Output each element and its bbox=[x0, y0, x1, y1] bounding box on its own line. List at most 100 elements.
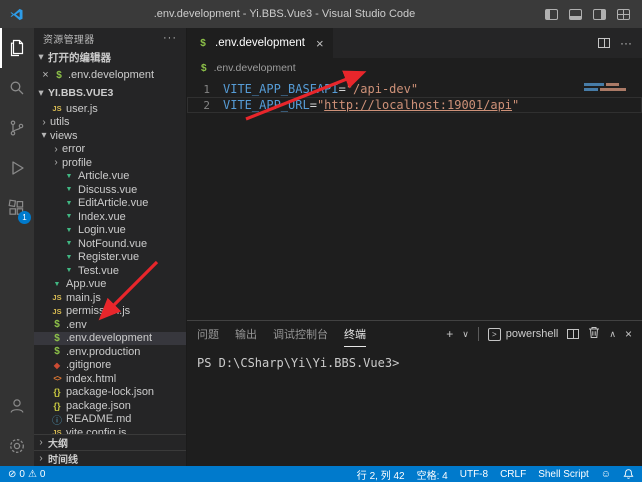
json-file-icon: {} bbox=[50, 387, 64, 397]
tree-item-Test.vue[interactable]: ▼Test.vue bbox=[34, 264, 186, 278]
shell-file-icon: $ bbox=[201, 63, 207, 74]
cursor-position[interactable]: 行 2, 列 42 bbox=[357, 467, 405, 482]
outline-section[interactable]: › 大纲 bbox=[34, 434, 186, 450]
file-label: index.html bbox=[66, 373, 116, 385]
tree-item-index.html[interactable]: <>index.html bbox=[34, 372, 186, 386]
tree-item-Register.vue[interactable]: ▼Register.vue bbox=[34, 251, 186, 265]
tree-item-EditArticle.vue[interactable]: ▼EditArticle.vue bbox=[34, 197, 186, 211]
explorer-icon[interactable] bbox=[0, 28, 34, 68]
indentation-status[interactable]: 空格: 4 bbox=[417, 467, 448, 482]
tab-env-development[interactable]: $ .env.development × bbox=[187, 28, 333, 58]
js-file-icon: JS bbox=[50, 104, 64, 113]
sidebar-more-icon[interactable]: ··· bbox=[163, 32, 177, 44]
minimap[interactable] bbox=[584, 83, 630, 93]
chevron-right-icon: › bbox=[34, 437, 48, 448]
file-label: README.md bbox=[66, 413, 131, 425]
tree-item-views[interactable]: ▾views bbox=[34, 129, 186, 143]
shell-file-icon: $ bbox=[196, 38, 210, 49]
vue-file-icon: ▼ bbox=[62, 240, 76, 247]
tree-item-package.json[interactable]: {}package.json bbox=[34, 399, 186, 413]
search-icon[interactable] bbox=[0, 68, 34, 108]
panel-tab-问题[interactable]: 问题 bbox=[197, 321, 219, 347]
tree-item-user.js[interactable]: JSuser.js bbox=[34, 102, 186, 116]
encoding-status[interactable]: UTF-8 bbox=[460, 469, 488, 480]
file-label: NotFound.vue bbox=[78, 238, 147, 250]
tree-item-App.vue[interactable]: ▼App.vue bbox=[34, 278, 186, 292]
breadcrumb[interactable]: $ .env.development bbox=[187, 58, 642, 78]
eol-status[interactable]: CRLF bbox=[500, 469, 526, 480]
tree-item-profile[interactable]: ›profile bbox=[34, 156, 186, 170]
maximize-panel-icon[interactable]: ∧ bbox=[609, 329, 616, 340]
toggle-panel-icon[interactable] bbox=[569, 9, 582, 20]
toggle-sidebar-icon[interactable] bbox=[545, 9, 558, 20]
terminal-output[interactable]: PS D:\CSharp\Yi\Yi.BBS.Vue3> bbox=[187, 347, 642, 466]
project-label: YI.BBS.VUE3 bbox=[48, 87, 113, 99]
tree-item-utils[interactable]: ›utils bbox=[34, 116, 186, 130]
file-tree: JSuser.js›utils▾views›error›profile▼Arti… bbox=[34, 102, 186, 434]
tree-item-Index.vue[interactable]: ▼Index.vue bbox=[34, 210, 186, 224]
timeline-label: 时间线 bbox=[48, 451, 78, 466]
tree-item-vite.config.js[interactable]: JSvite.config.js bbox=[34, 426, 186, 434]
split-terminal-icon[interactable] bbox=[567, 329, 579, 339]
tree-item-package-lock.json[interactable]: {}package-lock.json bbox=[34, 386, 186, 400]
tree-item-Article.vue[interactable]: ▼Article.vue bbox=[34, 170, 186, 184]
code-editor[interactable]: 1VITE_APP_BASEAPI="/api-dev"2VITE_APP_UR… bbox=[187, 78, 642, 320]
file-label: .env.development bbox=[66, 332, 152, 344]
code-line-2[interactable]: 2VITE_APP_URL="http://localhost:19001/ap… bbox=[187, 97, 642, 113]
file-label: Register.vue bbox=[78, 251, 139, 263]
split-editor-icon[interactable] bbox=[598, 38, 610, 48]
tree-item-main.js[interactable]: JSmain.js bbox=[34, 291, 186, 305]
close-icon[interactable]: × bbox=[316, 36, 324, 51]
close-icon[interactable]: × bbox=[39, 69, 52, 81]
open-editor-item[interactable]: × $ .env.development bbox=[34, 66, 186, 84]
kill-terminal-icon[interactable] bbox=[588, 326, 600, 342]
open-editors-label: 打开的编辑器 bbox=[48, 50, 111, 65]
language-mode[interactable]: Shell Script bbox=[538, 469, 589, 480]
tree-item-README.md[interactable]: ⓘREADME.md bbox=[34, 413, 186, 427]
feedback-smiley-icon[interactable]: ☺ bbox=[601, 469, 611, 480]
tree-item-.gitignore[interactable]: ◆.gitignore bbox=[34, 359, 186, 373]
tree-item-Login.vue[interactable]: ▼Login.vue bbox=[34, 224, 186, 238]
tree-item-Discuss.vue[interactable]: ▼Discuss.vue bbox=[34, 183, 186, 197]
tree-item-.env.development[interactable]: $.env.development bbox=[34, 332, 186, 346]
file-label: .env.production bbox=[66, 346, 140, 358]
tree-item-error[interactable]: ›error bbox=[34, 143, 186, 157]
vue-file-icon: ▼ bbox=[62, 254, 76, 261]
vue-file-icon: ▼ bbox=[62, 267, 76, 274]
extensions-icon[interactable]: 1 bbox=[0, 188, 34, 228]
close-panel-icon[interactable]: × bbox=[625, 327, 632, 341]
breadcrumb-label: .env.development bbox=[214, 62, 296, 74]
tree-item-.env[interactable]: $.env bbox=[34, 318, 186, 332]
shell-file-icon: $ bbox=[50, 333, 64, 344]
editor-area: $ .env.development × ··· $ .env.developm… bbox=[187, 28, 642, 466]
chevron-down-icon: ▾ bbox=[38, 130, 50, 141]
chevron-right-icon: › bbox=[50, 157, 62, 168]
line-text: VITE_APP_BASEAPI="/api-dev" bbox=[223, 82, 418, 96]
source-control-icon[interactable] bbox=[0, 108, 34, 148]
open-editors-header[interactable]: ▾ 打开的编辑器 bbox=[34, 48, 186, 66]
tree-item-permission.js[interactable]: JSpermission.js bbox=[34, 305, 186, 319]
settings-gear-icon[interactable] bbox=[0, 426, 34, 466]
problems-status[interactable]: ⊘ 0 ⚠ 0 bbox=[8, 469, 45, 480]
panel-tab-终端[interactable]: 终端 bbox=[344, 321, 366, 347]
run-debug-icon[interactable] bbox=[0, 148, 34, 188]
panel-tab-输出[interactable]: 输出 bbox=[235, 321, 257, 347]
project-header[interactable]: ▾ YI.BBS.VUE3 bbox=[34, 84, 186, 102]
chevron-down-icon[interactable]: ∨ bbox=[462, 329, 469, 340]
vue-file-icon: ▼ bbox=[50, 281, 64, 288]
toggle-secondary-sidebar-icon[interactable] bbox=[593, 9, 606, 20]
new-terminal-icon[interactable]: + bbox=[446, 327, 453, 341]
shell-selector[interactable]: powershell bbox=[506, 328, 559, 340]
tree-item-NotFound.vue[interactable]: ▼NotFound.vue bbox=[34, 237, 186, 251]
account-icon[interactable] bbox=[0, 386, 34, 426]
code-lines: 1VITE_APP_BASEAPI="/api-dev"2VITE_APP_UR… bbox=[187, 81, 642, 113]
code-line-1[interactable]: 1VITE_APP_BASEAPI="/api-dev" bbox=[187, 81, 642, 97]
panel-tab-调试控制台[interactable]: 调试控制台 bbox=[273, 321, 328, 347]
timeline-section[interactable]: › 时间线 bbox=[34, 450, 186, 466]
customize-layout-icon[interactable] bbox=[617, 9, 630, 20]
explorer-sidebar: 资源管理器 ··· ▾ 打开的编辑器 × $ .env.development … bbox=[34, 28, 187, 466]
more-actions-icon[interactable]: ··· bbox=[620, 36, 632, 50]
notifications-bell-icon[interactable] bbox=[623, 468, 634, 480]
tree-item-.env.production[interactable]: $.env.production bbox=[34, 345, 186, 359]
vue-file-icon: ▼ bbox=[62, 186, 76, 193]
